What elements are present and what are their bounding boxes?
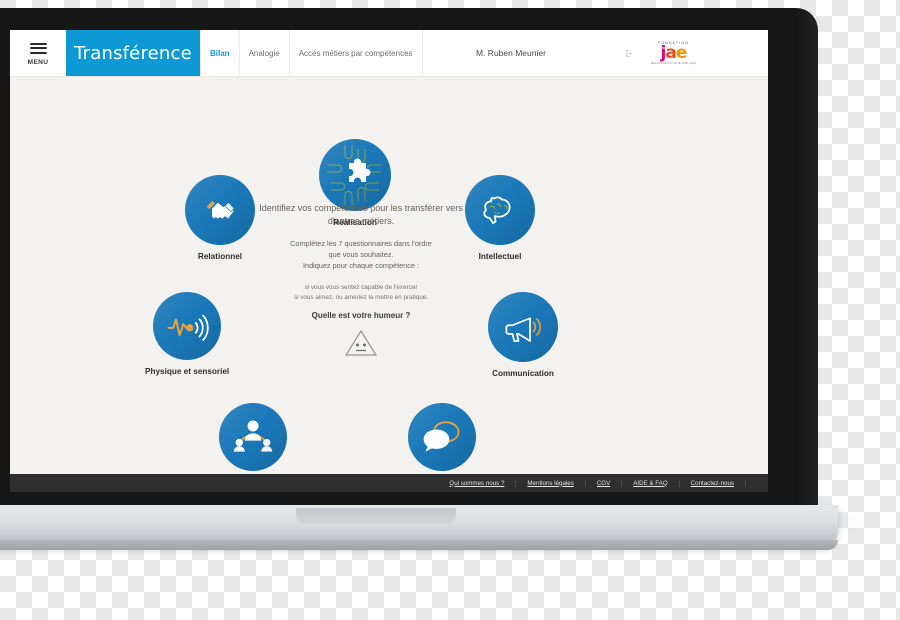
logo-subtitle: RECONNUE D'UTILITÉ PUBLIQUE [651, 62, 696, 66]
footer-link-aide-faq[interactable]: AIDE & FAQ [622, 479, 680, 487]
main-nav: Bilan Analogie Accès métiers par compéte… [200, 30, 423, 76]
competency-map: Relationnel Réalisation Intellectuel Phy… [10, 77, 768, 474]
pulse-radar-icon [153, 292, 222, 360]
laptop-base-notch [296, 508, 456, 524]
instructions-panel: Identifiez vos compétences pour les tran… [253, 202, 469, 358]
brain-icon [465, 175, 535, 245]
competency-physique-sensoriel[interactable]: Physique et sensoriel [145, 292, 229, 376]
instructions-line-3: Indiquez pour chaque compétence : [302, 260, 420, 270]
instructions-detail-2: si vous aimez, ou ameriez la mettre en p… [293, 293, 429, 301]
instructions-detail: si vous vous sentez capable de l'exercer… [253, 283, 469, 303]
puzzle-piece-icon [319, 139, 391, 211]
mood-selector[interactable] [253, 328, 469, 358]
competency-label: Physique et sensoriel [145, 367, 230, 376]
megaphone-icon [488, 292, 558, 362]
competency-relationnel[interactable]: Relationnel [185, 175, 255, 261]
footer-link-cgv[interactable]: CGV [586, 479, 623, 487]
instructions-line-2: que vous souhaitez. [328, 250, 394, 260]
menu-button[interactable]: MENU [10, 30, 66, 76]
competency-expression[interactable]: Expression [408, 403, 476, 474]
nav-item-acces-metiers[interactable]: Accès métiers par compétences [290, 30, 423, 76]
competency-communication[interactable]: Communication [488, 292, 558, 378]
footer-link-qui-sommes-nous[interactable]: Qui sommes nous ? [438, 479, 517, 487]
neutral-face-triangle-icon [344, 330, 378, 357]
logo-jae-mark: jae [660, 42, 688, 63]
app-header: MENU Transférence Bilan Analogie Accès m… [10, 30, 768, 77]
hamburger-icon [29, 40, 47, 56]
footer-link-contactez-nous[interactable]: Contactez-nous [680, 479, 746, 487]
user-name-label: M. Ruben Meunier [476, 48, 546, 58]
laptop-base-edge [0, 540, 838, 550]
competency-intellectuel[interactable]: Intellectuel [465, 175, 535, 261]
footer-link-mentions-legales[interactable]: Mentions légales [516, 479, 586, 487]
logout-icon[interactable] [625, 30, 634, 76]
mood-question: Quelle est votre humeur ? [311, 311, 411, 321]
nav-item-bilan[interactable]: Bilan [200, 30, 240, 76]
menu-button-label: MENU [27, 59, 49, 66]
brand-logo[interactable]: Transférence [66, 30, 200, 76]
jae-foundation-logo: FONDATION jae RECONNUE D'UTILITÉ PUBLIQU… [651, 30, 696, 76]
instructions-line-1: Complétez les 7 questionnaires dans l'or… [290, 239, 432, 249]
competency-label: Communication [492, 369, 554, 378]
competency-label: Relationnel [197, 252, 243, 261]
speech-bubbles-icon [408, 403, 476, 471]
nav-item-analogie[interactable]: Analogie [240, 30, 290, 76]
competency-label: Intellectuel [478, 252, 522, 261]
competency-management[interactable]: Management [219, 403, 287, 474]
site-footer: Qui sommes nous ? Mentions légales CGV A… [10, 474, 768, 492]
team-org-icon [219, 403, 287, 471]
instructions-body: Complétez les 7 questionnaires dans l'or… [253, 239, 469, 272]
instructions-lead: Identifiez vos compétences pour les tran… [259, 203, 463, 227]
instructions-detail-1: si vous vous sentez capable de l'exercer [304, 283, 418, 291]
handshake-icon [185, 175, 255, 245]
browser-viewport: MENU Transférence Bilan Analogie Accès m… [10, 30, 768, 474]
